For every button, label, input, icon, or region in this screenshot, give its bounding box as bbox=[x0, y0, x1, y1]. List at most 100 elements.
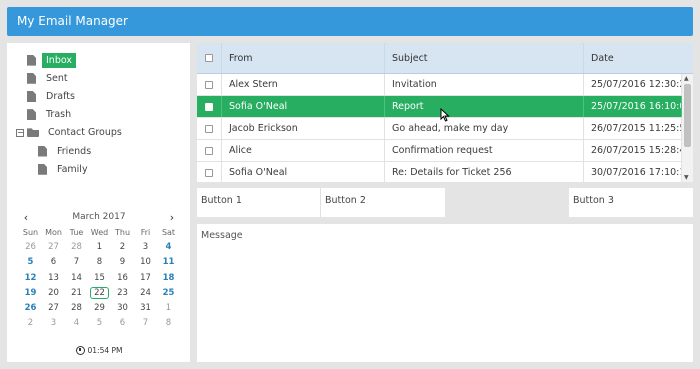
calendar-day[interactable]: 25 bbox=[157, 286, 180, 301]
calendar-day[interactable]: 16 bbox=[111, 271, 134, 286]
calendar-day[interactable]: 8 bbox=[157, 316, 180, 331]
weekday-header: Mon bbox=[45, 228, 62, 237]
cell-from: Jacob Erickson bbox=[222, 118, 385, 139]
calendar-day[interactable]: 22 bbox=[88, 286, 111, 301]
cell-from: Alice bbox=[222, 140, 385, 161]
calendar-day[interactable]: 10 bbox=[134, 255, 157, 270]
scroll-up-icon[interactable]: ▲ bbox=[684, 75, 689, 82]
cell-subject: Confirmation request bbox=[385, 140, 584, 161]
cell-date: 30/07/2016 17:10:17 bbox=[584, 162, 682, 182]
calendar-day[interactable]: 23 bbox=[111, 286, 134, 301]
calendar-day[interactable]: 3 bbox=[42, 316, 65, 331]
calendar-day[interactable]: 9 bbox=[111, 255, 134, 270]
calendar-day[interactable]: 29 bbox=[88, 301, 111, 316]
calendar-day[interactable]: 2 bbox=[111, 240, 134, 255]
message-panel[interactable]: Message bbox=[197, 224, 693, 362]
column-header-date[interactable]: Date bbox=[584, 43, 682, 73]
calendar-day[interactable]: 8 bbox=[88, 255, 111, 270]
row-select-cell[interactable] bbox=[197, 140, 222, 161]
calendar-day[interactable]: 7 bbox=[65, 255, 88, 270]
row-checkbox[interactable] bbox=[205, 80, 213, 89]
calendar-day[interactable]: 26 bbox=[19, 301, 42, 316]
tree-item-label: Inbox bbox=[42, 52, 76, 68]
folder-open-icon bbox=[27, 128, 39, 138]
calendar-day[interactable]: 17 bbox=[134, 271, 157, 286]
calendar-day-label: 19 bbox=[24, 287, 37, 298]
row-select-cell[interactable] bbox=[197, 118, 222, 139]
header-select-all[interactable] bbox=[197, 43, 222, 73]
grid-body: Alex Stern Invitation 25/07/2016 12:30:20 S… bbox=[197, 74, 693, 182]
row-checkbox[interactable] bbox=[205, 102, 213, 111]
calendar-day[interactable]: 28 bbox=[65, 240, 88, 255]
calendar-day[interactable]: 21 bbox=[65, 286, 88, 301]
chevron-right-icon[interactable]: › bbox=[165, 211, 179, 224]
table-row[interactable]: Alice Confirmation request 26/07/2015 15:2… bbox=[197, 140, 693, 162]
tree-item-inbox[interactable]: Inbox bbox=[15, 51, 185, 69]
tree-item-drafts[interactable]: Drafts bbox=[15, 87, 185, 105]
calendar-day[interactable]: 6 bbox=[42, 255, 65, 270]
calendar-day-label: 27 bbox=[48, 302, 59, 313]
calendar-day[interactable]: 28 bbox=[65, 301, 88, 316]
row-select-cell[interactable] bbox=[197, 162, 222, 182]
row-select-cell[interactable] bbox=[197, 74, 222, 95]
tree-item-family[interactable]: Family bbox=[15, 160, 185, 178]
calendar-day[interactable]: 24 bbox=[134, 286, 157, 301]
column-header-subject[interactable]: Subject bbox=[385, 43, 584, 73]
calendar-day[interactable]: 2 bbox=[19, 316, 42, 331]
column-header-from[interactable]: From bbox=[222, 43, 385, 73]
calendar-day[interactable]: 1 bbox=[88, 240, 111, 255]
calendar-day[interactable]: 4 bbox=[65, 316, 88, 331]
calendar-day[interactable]: 20 bbox=[42, 286, 65, 301]
grid-scrollbar[interactable]: ▲ ▼ bbox=[682, 74, 693, 182]
calendar-day[interactable]: 12 bbox=[19, 271, 42, 286]
calendar-day[interactable]: 14 bbox=[65, 271, 88, 286]
chevron-left-icon[interactable]: ‹ bbox=[19, 211, 33, 224]
calendar-time[interactable]: 01:54 PM bbox=[19, 346, 179, 355]
calendar-day[interactable]: 5 bbox=[88, 316, 111, 331]
select-all-checkbox[interactable] bbox=[205, 54, 213, 62]
calendar-day[interactable]: 5 bbox=[19, 255, 42, 270]
tree-item-friends[interactable]: Friends bbox=[15, 142, 185, 160]
calendar-day[interactable]: 27 bbox=[42, 301, 65, 316]
calendar-day[interactable]: 26 bbox=[19, 240, 42, 255]
calendar-day[interactable]: 31 bbox=[134, 301, 157, 316]
file-icon bbox=[38, 145, 47, 157]
tree-item-trash[interactable]: Trash bbox=[15, 106, 185, 124]
calendar-day[interactable]: 18 bbox=[157, 271, 180, 286]
calendar-day-label: 3 bbox=[50, 318, 57, 329]
cell-from: Alex Stern bbox=[222, 74, 385, 95]
calendar-day[interactable]: 19 bbox=[19, 286, 42, 301]
calendar-day[interactable]: 30 bbox=[111, 301, 134, 316]
app-title: My Email Manager bbox=[17, 14, 128, 28]
collapse-icon[interactable]: − bbox=[16, 128, 24, 137]
table-row[interactable]: Alex Stern Invitation 25/07/2016 12:30:20 bbox=[197, 74, 693, 96]
button-1[interactable]: Button 1 bbox=[197, 188, 321, 217]
tree-item-label: Sent bbox=[46, 72, 68, 84]
scrollbar-thumb[interactable] bbox=[684, 84, 691, 147]
calendar-day[interactable]: 4 bbox=[157, 240, 180, 255]
file-icon bbox=[27, 54, 36, 66]
calendar-day[interactable]: 1 bbox=[157, 301, 180, 316]
tree-item-contact-groups[interactable]: − Contact Groups bbox=[15, 124, 185, 142]
row-checkbox[interactable] bbox=[205, 124, 213, 133]
calendar-day[interactable]: 3 bbox=[134, 240, 157, 255]
button-3[interactable]: Button 3 bbox=[569, 188, 693, 217]
calendar-day[interactable]: 15 bbox=[88, 271, 111, 286]
button-2[interactable]: Button 2 bbox=[321, 188, 445, 217]
calendar-day-label: 8 bbox=[165, 318, 172, 329]
calendar-month-label: March 2017 bbox=[72, 212, 126, 222]
row-checkbox[interactable] bbox=[205, 146, 213, 155]
calendar-day[interactable]: 27 bbox=[42, 240, 65, 255]
row-checkbox[interactable] bbox=[205, 168, 213, 177]
calendar-day[interactable]: 13 bbox=[42, 271, 65, 286]
tree-item-sent[interactable]: Sent bbox=[15, 69, 185, 87]
calendar-day[interactable]: 6 bbox=[111, 316, 134, 331]
table-row[interactable]: Sofia O'Neal Re: Details for Ticket 256 30… bbox=[197, 162, 693, 182]
cell-from: Sofia O'Neal bbox=[222, 162, 385, 182]
calendar-day-label: 8 bbox=[96, 257, 103, 268]
calendar-day[interactable]: 7 bbox=[134, 316, 157, 331]
row-select-cell[interactable] bbox=[197, 96, 222, 117]
calendar-day[interactable]: 11 bbox=[157, 255, 180, 270]
cell-subject: Invitation bbox=[385, 74, 584, 95]
scroll-down-icon[interactable]: ▼ bbox=[684, 174, 689, 181]
